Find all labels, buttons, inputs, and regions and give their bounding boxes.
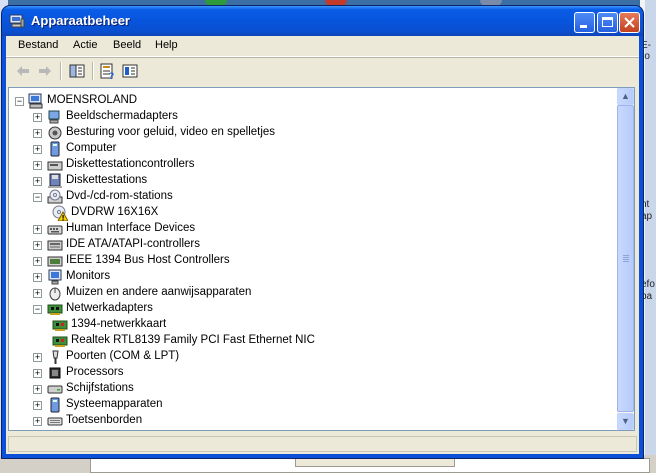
maximize-icon <box>602 17 613 27</box>
expand-toggle[interactable]: + <box>33 257 42 266</box>
hid-icon <box>47 225 63 235</box>
scroll-up-button[interactable]: ▲ <box>617 88 634 105</box>
tree-item-label: Muizen en andere aanwijsapparaten <box>66 286 252 298</box>
device-manager-icon <box>9 14 25 28</box>
expand-toggle[interactable]: + <box>33 129 42 138</box>
device-manager-window: Apparaatbeheer Bestand Actie Beeld Help <box>2 6 643 458</box>
menu-actie[interactable]: Actie <box>73 39 97 51</box>
tree-item-label: Besturing voor geluid, video en spelletj… <box>66 126 276 138</box>
desktop-right-shade <box>645 0 656 473</box>
tree-item-label: Systeemapparaten <box>66 398 163 410</box>
expand-toggle[interactable]: + <box>33 273 42 282</box>
grip-line <box>623 261 629 262</box>
status-bar <box>6 434 639 452</box>
computer-icon <box>50 141 60 157</box>
device-tree: − MOENSROLAND + Beeldschermadapters + Bestu… <box>9 88 618 430</box>
tree-item-label: Poorten (COM & LPT) <box>66 350 180 362</box>
floppy-controller-icon <box>47 161 63 171</box>
expand-toggle[interactable]: + <box>33 113 42 122</box>
menu-help[interactable]: Help <box>155 39 178 51</box>
expand-toggle[interactable]: + <box>33 241 42 250</box>
close-button[interactable] <box>619 12 640 33</box>
menu-bestand[interactable]: Bestand <box>18 39 58 51</box>
tree-item-label: Beeldschermadapters <box>66 110 178 122</box>
port-icon <box>52 350 59 364</box>
help-icon[interactable] <box>121 62 139 80</box>
menu-bar: Bestand Actie Beeld Help <box>6 36 639 57</box>
device-tree-panel: − MOENSROLAND + Beeldschermadapters + Bestu… <box>8 87 635 431</box>
grip-line <box>623 255 629 256</box>
expand-toggle[interactable]: + <box>33 353 42 362</box>
tree-item-label: Computer <box>66 142 117 154</box>
grip-line <box>623 257 629 258</box>
vertical-scrollbar[interactable]: ▲ ▼ <box>617 88 634 430</box>
scroll-thumb[interactable] <box>617 105 634 412</box>
menu-beeld[interactable]: Beeld <box>113 39 141 51</box>
tree-item-label: Diskettestations <box>66 174 148 186</box>
minimize-icon <box>580 25 587 28</box>
tree-item-label: Netwerkadapters <box>66 302 153 314</box>
tree-item-label: Schijfstations <box>66 382 134 394</box>
processor-icon <box>49 367 61 379</box>
tree-item-label: IDE ATA/ATAPI-controllers <box>66 238 200 250</box>
tree-item-label: 1394-netwerkkaart <box>71 318 167 330</box>
computer-icon <box>28 93 43 109</box>
display-adapter-icon <box>48 110 60 124</box>
expand-toggle[interactable]: + <box>33 289 42 298</box>
tree-item-label: Dvd-/cd-rom-stations <box>66 190 173 202</box>
toolbar: ? <box>6 58 639 84</box>
tree-item-label: Realtek RTL8139 Family PCI Fast Ethernet… <box>71 334 315 346</box>
close-icon <box>624 17 635 28</box>
keyboard-icon <box>47 417 63 426</box>
cdrom-warning-icon <box>52 205 68 221</box>
ide-controller-icon <box>47 240 63 251</box>
network-adapter-icon <box>47 304 63 315</box>
scroll-down-button[interactable]: ▼ <box>617 413 634 430</box>
tree-item-label: Diskettestationcontrollers <box>66 158 195 170</box>
tree-item-label: IEEE 1394 Bus Host Controllers <box>66 254 230 266</box>
tree-item-label: Monitors <box>66 270 111 282</box>
title-bar[interactable]: Apparaatbeheer <box>2 6 643 36</box>
properties-icon[interactable]: ? <box>98 62 116 80</box>
system-device-icon <box>50 397 60 413</box>
sound-icon <box>48 126 62 140</box>
status-cell <box>8 436 637 452</box>
floppy-drive-icon <box>48 173 62 188</box>
show-hide-console-tree-icon[interactable] <box>68 62 86 80</box>
tree-root-label: MOENSROLAND <box>47 94 138 106</box>
expand-toggle[interactable]: + <box>33 161 42 170</box>
collapse-toggle[interactable]: − <box>33 193 42 202</box>
forward-arrow-icon[interactable] <box>36 62 54 80</box>
tree-item-label: Processors <box>66 366 124 378</box>
tree-item-label: Human Interface Devices <box>66 222 196 234</box>
cdrom-icon <box>47 189 63 204</box>
firewire-icon <box>47 256 63 267</box>
expand-toggle[interactable]: + <box>33 177 42 186</box>
window-client: Bestand Actie Beeld Help ? − MOENSROLAND… <box>6 36 639 454</box>
window-title: Apparaatbeheer <box>31 13 130 28</box>
mouse-icon <box>49 287 61 301</box>
toolbar-separator <box>60 62 61 80</box>
svg-text:?: ? <box>109 72 114 80</box>
expand-toggle[interactable]: + <box>33 401 42 410</box>
expand-toggle[interactable]: + <box>33 385 42 394</box>
expand-toggle[interactable]: + <box>33 417 42 426</box>
collapse-toggle[interactable]: − <box>15 97 24 106</box>
back-arrow-icon[interactable] <box>14 62 32 80</box>
tree-item-label: Toetsenborden <box>66 414 143 426</box>
minimize-button[interactable] <box>574 12 595 33</box>
toolbar-separator <box>92 62 93 80</box>
expand-toggle[interactable]: + <box>33 145 42 154</box>
desktop-fragment-text: efo <box>641 279 655 290</box>
collapse-toggle[interactable]: − <box>33 305 42 314</box>
expand-toggle[interactable]: + <box>33 225 42 234</box>
grip-line <box>623 259 629 260</box>
maximize-button[interactable] <box>597 12 618 33</box>
disk-drive-icon <box>47 385 63 394</box>
monitor-icon <box>48 269 62 285</box>
expand-toggle[interactable]: + <box>33 369 42 378</box>
tree-item-label: DVDRW 16X16X <box>71 206 159 218</box>
network-card-icon <box>52 320 68 331</box>
network-card-icon <box>52 336 68 347</box>
